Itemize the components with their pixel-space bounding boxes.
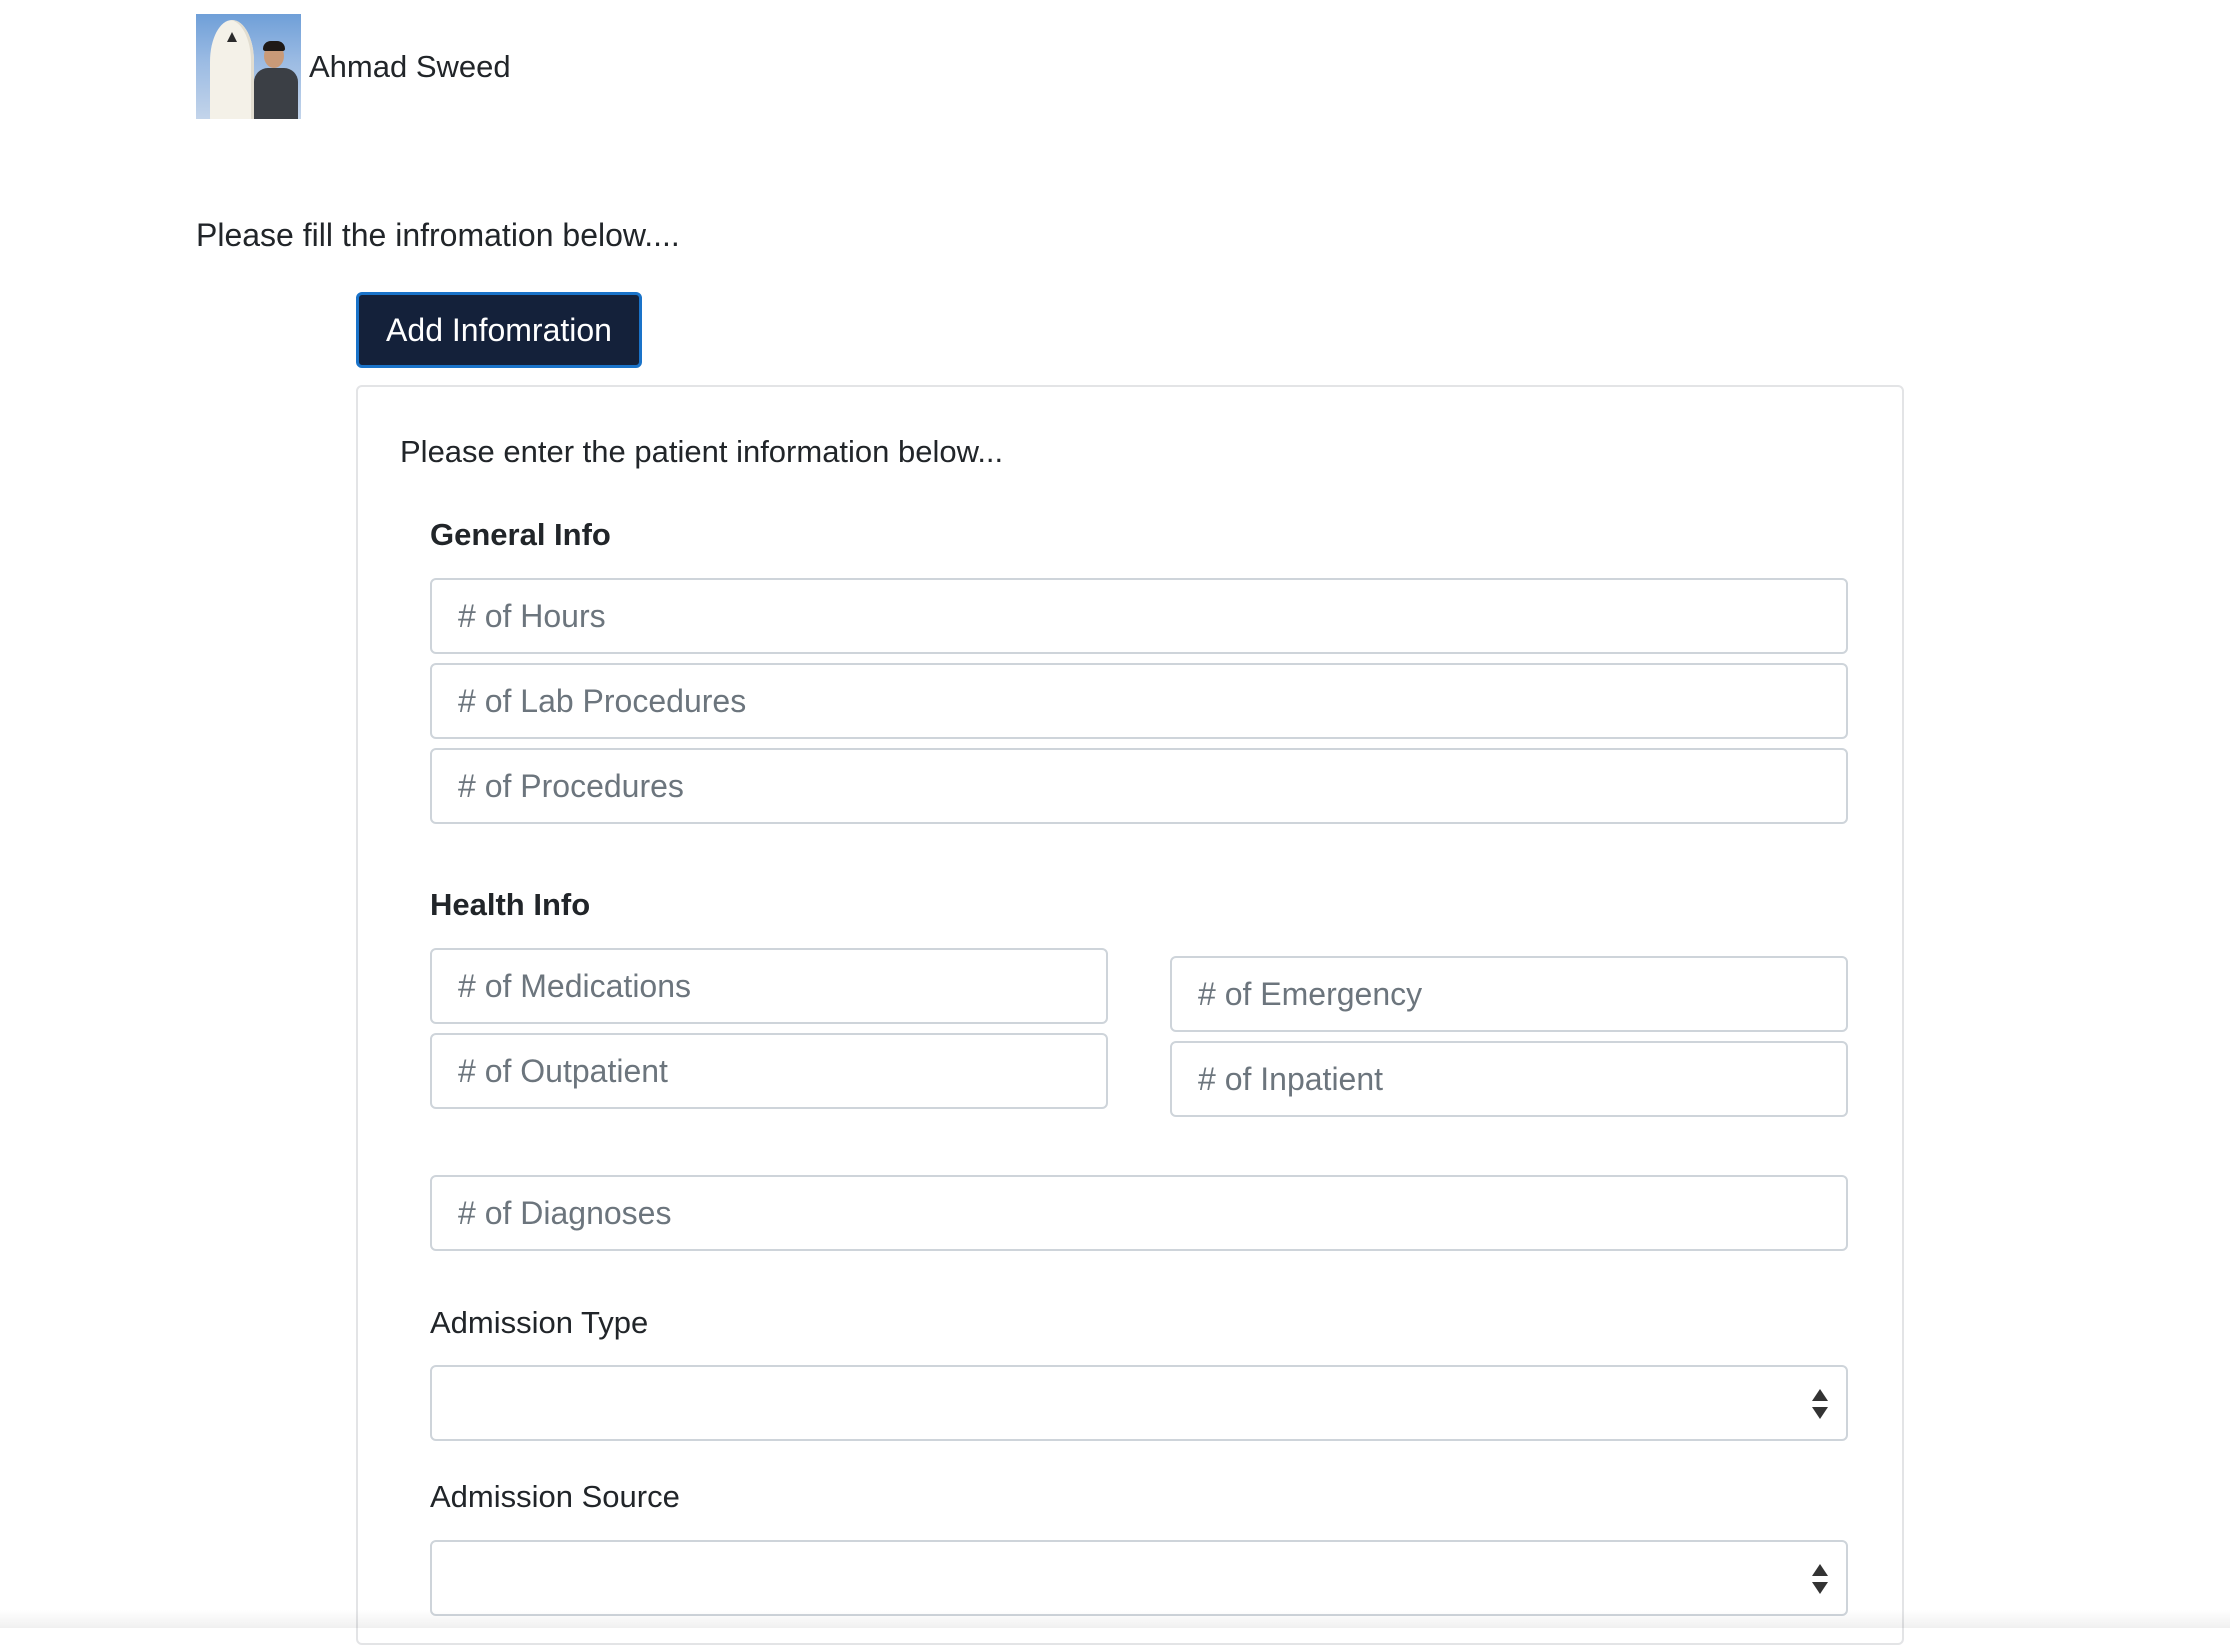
health-info-title: Health Info bbox=[430, 887, 591, 922]
page-bottom-shadow bbox=[0, 1610, 2230, 1628]
person-hair-shape bbox=[263, 41, 285, 51]
medications-input[interactable] bbox=[430, 948, 1108, 1024]
lab-procedures-input[interactable] bbox=[430, 663, 1848, 739]
admission-source-select[interactable] bbox=[430, 1540, 1848, 1616]
user-header: Ahmad Sweed bbox=[196, 14, 511, 119]
person-body-shape bbox=[254, 68, 298, 119]
patient-info-card: Please enter the patient information bel… bbox=[356, 385, 1904, 1645]
admission-source-label: Admission Source bbox=[430, 1479, 680, 1514]
user-name: Ahmad Sweed bbox=[309, 48, 511, 84]
emergency-input[interactable] bbox=[1170, 956, 1848, 1032]
add-information-button[interactable]: Add Infomration bbox=[356, 292, 642, 368]
inpatient-input[interactable] bbox=[1170, 1041, 1848, 1117]
select-arrows-icon bbox=[1812, 1389, 1828, 1419]
diagnoses-input[interactable] bbox=[430, 1175, 1848, 1251]
select-arrows-icon bbox=[1812, 1564, 1828, 1594]
admission-type-select[interactable] bbox=[430, 1365, 1848, 1441]
admission-type-label: Admission Type bbox=[430, 1305, 649, 1340]
procedures-input[interactable] bbox=[430, 748, 1848, 824]
card-intro-text: Please enter the patient information bel… bbox=[400, 434, 1004, 469]
hours-input[interactable] bbox=[430, 578, 1848, 654]
page-intro-text: Please fill the infromation below.... bbox=[196, 217, 680, 253]
general-info-title: General Info bbox=[430, 517, 611, 552]
avatar bbox=[196, 14, 301, 119]
outpatient-input[interactable] bbox=[430, 1033, 1108, 1109]
